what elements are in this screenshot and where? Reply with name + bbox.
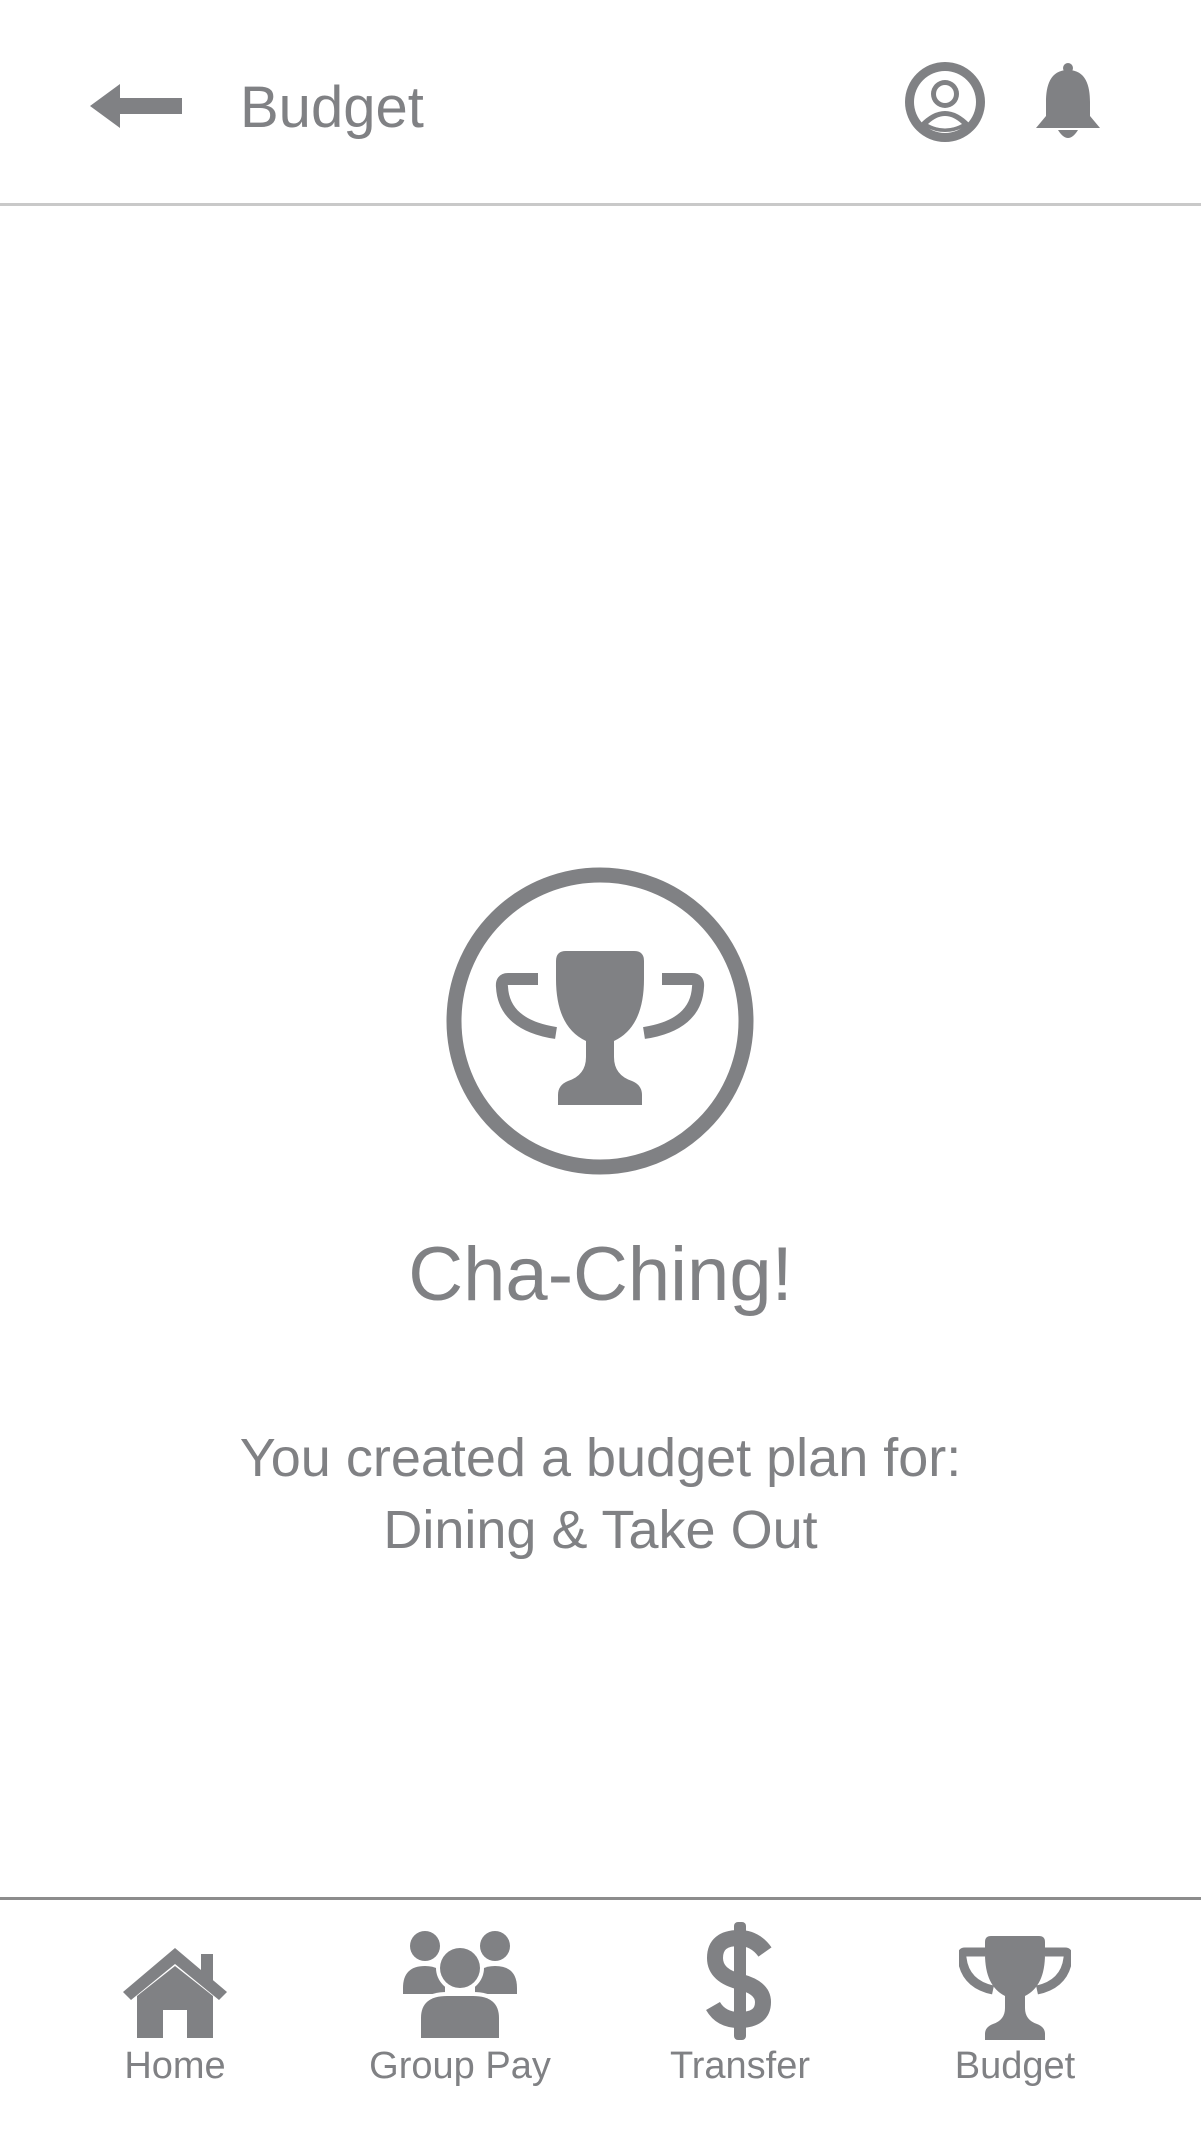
- nav-label-group-pay: Group Pay: [369, 2045, 551, 2087]
- top-app-bar: Budget: [0, 0, 1201, 205]
- profile-button[interactable]: [905, 62, 985, 142]
- nav-item-home[interactable]: Home: [45, 1920, 305, 2120]
- back-button[interactable]: [88, 78, 188, 134]
- nav-label-budget: Budget: [954, 2045, 1076, 2087]
- page-title: Budget: [240, 75, 424, 140]
- budget-category-name: Dining & Take Out: [383, 1500, 818, 1560]
- success-message-line: You created a budget plan for:: [239, 1428, 962, 1488]
- user-circle-icon: [905, 62, 985, 142]
- nav-item-group-pay[interactable]: Group Pay: [330, 1920, 590, 2120]
- trophy-icon: [959, 1936, 1071, 2040]
- nav-label-transfer: Transfer: [669, 2045, 811, 2087]
- arrow-left-icon: [90, 84, 182, 128]
- group-icon: [403, 1931, 517, 2040]
- nav-item-transfer[interactable]: Transfer: [610, 1920, 870, 2120]
- nav-label-home: Home: [124, 2045, 226, 2087]
- success-title: Cha-Ching!: [408, 1232, 793, 1317]
- bell-icon: [1036, 63, 1100, 138]
- notifications-button[interactable]: [1028, 62, 1108, 142]
- nav-item-budget[interactable]: Budget: [885, 1920, 1145, 2120]
- success-message: You created a budget plan for: Dining & …: [0, 1422, 1201, 1566]
- dollar-icon: [706, 1922, 772, 2040]
- header-divider: [0, 203, 1201, 206]
- trophy-icon: [446, 867, 754, 1175]
- home-icon: [123, 1948, 227, 2038]
- bottom-nav: Home Group Pay Transfer Budget: [0, 1900, 1201, 2131]
